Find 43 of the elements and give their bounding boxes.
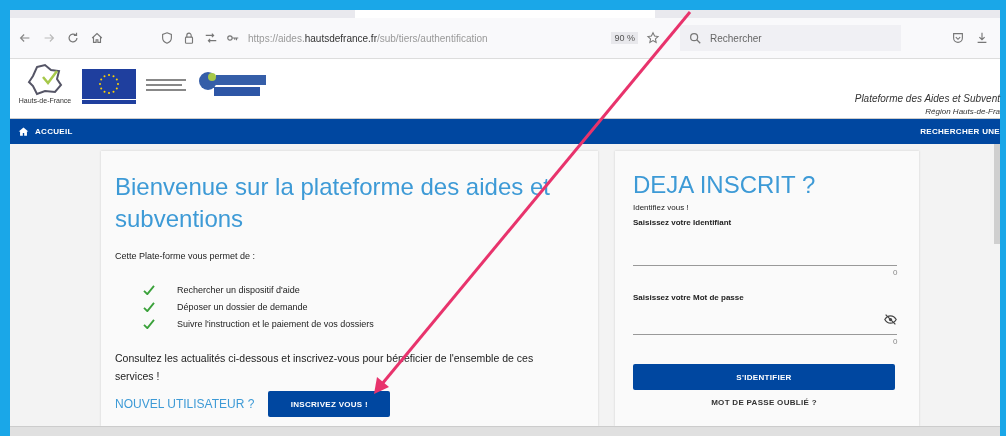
forgot-password-link[interactable]: MOT DE PASSE OUBLIÉ ?	[633, 398, 895, 407]
search-field[interactable]: Rechercher	[708, 31, 882, 45]
lock-icon	[182, 31, 196, 45]
login-button[interactable]: S'IDENTIFIER	[633, 364, 895, 390]
eye-off-icon[interactable]	[884, 312, 897, 326]
character-counter: 0	[893, 337, 898, 346]
login-subtitle: Identifiez vous !	[633, 203, 690, 212]
check-icon	[143, 302, 155, 312]
reload-icon[interactable]	[66, 31, 80, 45]
star-icon[interactable]	[646, 31, 660, 45]
eu-flag-icon	[82, 69, 136, 105]
region-logo-icon	[25, 61, 65, 97]
horizontal-scrollbar[interactable]	[10, 426, 1000, 436]
intro-text: Cette Plate-forme vous permet de :	[115, 251, 257, 261]
home-icon	[18, 126, 29, 137]
character-counter: 0	[893, 268, 898, 277]
nav-link[interactable]: RECHERCHER UNE	[920, 127, 1000, 136]
feature-text: Suivre l'instruction et le paiement de vos dossiers	[177, 319, 374, 329]
back-icon[interactable]	[18, 31, 32, 45]
scrollbar[interactable]	[994, 144, 1000, 244]
field-label: Saisissez votre Mot de passe	[633, 293, 745, 302]
platform-title: Plateforme des Aides et Subvent	[854, 93, 1000, 104]
url-text: https://aides.hautsdefrance.fr/sub/tiers/authentification	[248, 32, 489, 44]
new-user-heading: NOUVEL UTILISATEUR ?	[115, 397, 255, 411]
shield-icon	[160, 31, 174, 45]
permissions-icon	[204, 31, 218, 45]
login-title: DEJA INSCRIT ?	[633, 171, 817, 199]
pocket-icon[interactable]	[951, 31, 965, 45]
download-icon[interactable]	[975, 31, 989, 45]
feature-text: Déposer un dossier de demande	[177, 302, 308, 312]
forward-icon[interactable]	[42, 31, 56, 45]
region-name: Région Hauts-de-Fra	[925, 107, 1000, 116]
check-icon	[143, 319, 155, 329]
check-icon	[143, 285, 155, 295]
register-button[interactable]: INSCRIVEZ VOUS !	[268, 391, 391, 417]
search-bar[interactable]: Rechercher	[680, 25, 901, 51]
zoom-level[interactable]: 90 %	[611, 32, 638, 44]
field-label: Saisissez votre Identifiant	[633, 218, 733, 227]
address-bar[interactable]: https://aides.hautsdefrance.fr/sub/tiers/authentification 90 %	[154, 25, 666, 51]
search-icon	[688, 31, 702, 45]
feature-text: Rechercher un dispositif d'aide	[177, 285, 300, 295]
home-link[interactable]: ACCUEIL	[18, 126, 73, 137]
home-icon[interactable]	[90, 31, 104, 45]
